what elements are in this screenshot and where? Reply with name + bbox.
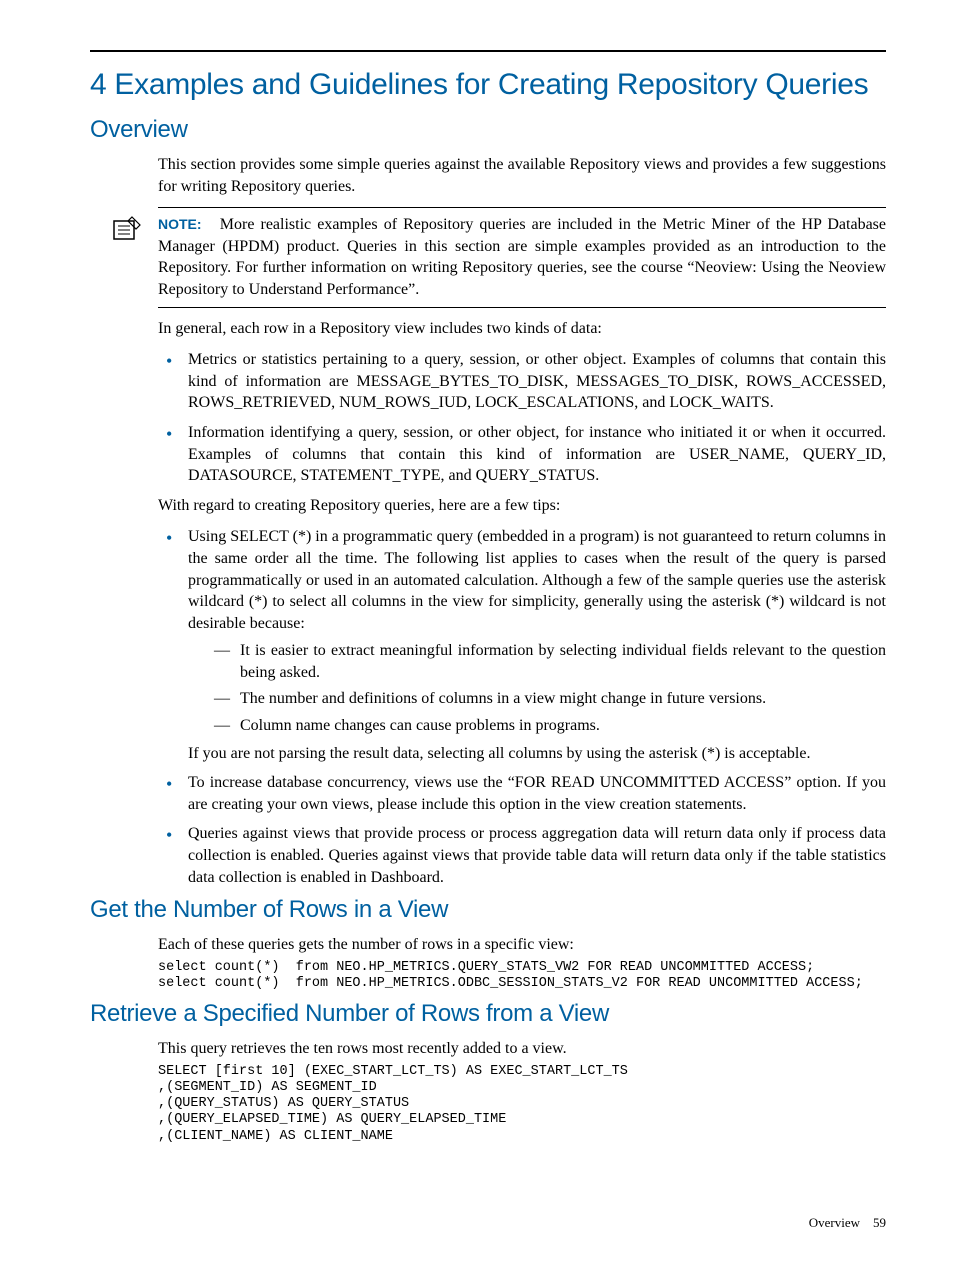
overview-heading: Overview — [90, 116, 886, 144]
footer-section: Overview — [809, 1215, 860, 1230]
footer-page: 59 — [873, 1215, 886, 1230]
data-kinds-list: Metrics or statistics pertaining to a qu… — [158, 349, 886, 487]
note-text: NOTE: More realistic examples of Reposit… — [158, 214, 886, 300]
note-label: NOTE: — [158, 216, 202, 232]
retrieve-heading: Retrieve a Specified Number of Rows from… — [90, 1000, 886, 1028]
chapter-title: 4 Examples and Guidelines for Creating R… — [90, 68, 886, 102]
note-icon — [110, 215, 142, 243]
tips-intro: With regard to creating Repository queri… — [158, 495, 886, 517]
note-rule-bottom — [158, 307, 886, 308]
list-item: Metrics or statistics pertaining to a qu… — [158, 349, 886, 414]
rows-heading: Get the Number of Rows in a View — [90, 896, 886, 924]
dash-item: The number and definitions of columns in… — [214, 688, 886, 710]
rows-intro: Each of these queries gets the number of… — [158, 934, 886, 956]
list-item: Queries against views that provide proce… — [158, 823, 886, 888]
note-body-text: More realistic examples of Repository qu… — [158, 216, 886, 298]
note-rule-top — [158, 207, 886, 208]
tip-after: If you are not parsing the result data, … — [188, 743, 886, 765]
tip-text: Using SELECT (*) in a programmatic query… — [188, 528, 886, 631]
list-item: Information identifying a query, session… — [158, 422, 886, 487]
dash-list: It is easier to extract meaningful infor… — [214, 640, 886, 736]
list-item: To increase database concurrency, views … — [158, 772, 886, 815]
page-footer: Overview 59 — [809, 1215, 886, 1231]
dash-item: Column name changes can cause problems i… — [214, 715, 886, 737]
overview-intro: This section provides some simple querie… — [158, 154, 886, 197]
list-item: Using SELECT (*) in a programmatic query… — [158, 526, 886, 764]
retrieve-intro: This query retrieves the ten rows most r… — [158, 1038, 886, 1060]
top-rule — [90, 50, 886, 52]
dash-item: It is easier to extract meaningful infor… — [214, 640, 886, 683]
retrieve-code: SELECT [first 10] (EXEC_START_LCT_TS) AS… — [158, 1064, 886, 1145]
after-note-text: In general, each row in a Repository vie… — [158, 318, 886, 340]
rows-code: select count(*) from NEO.HP_METRICS.QUER… — [158, 960, 886, 992]
note-block: NOTE: More realistic examples of Reposit… — [158, 207, 886, 307]
tips-list: Using SELECT (*) in a programmatic query… — [158, 526, 886, 888]
